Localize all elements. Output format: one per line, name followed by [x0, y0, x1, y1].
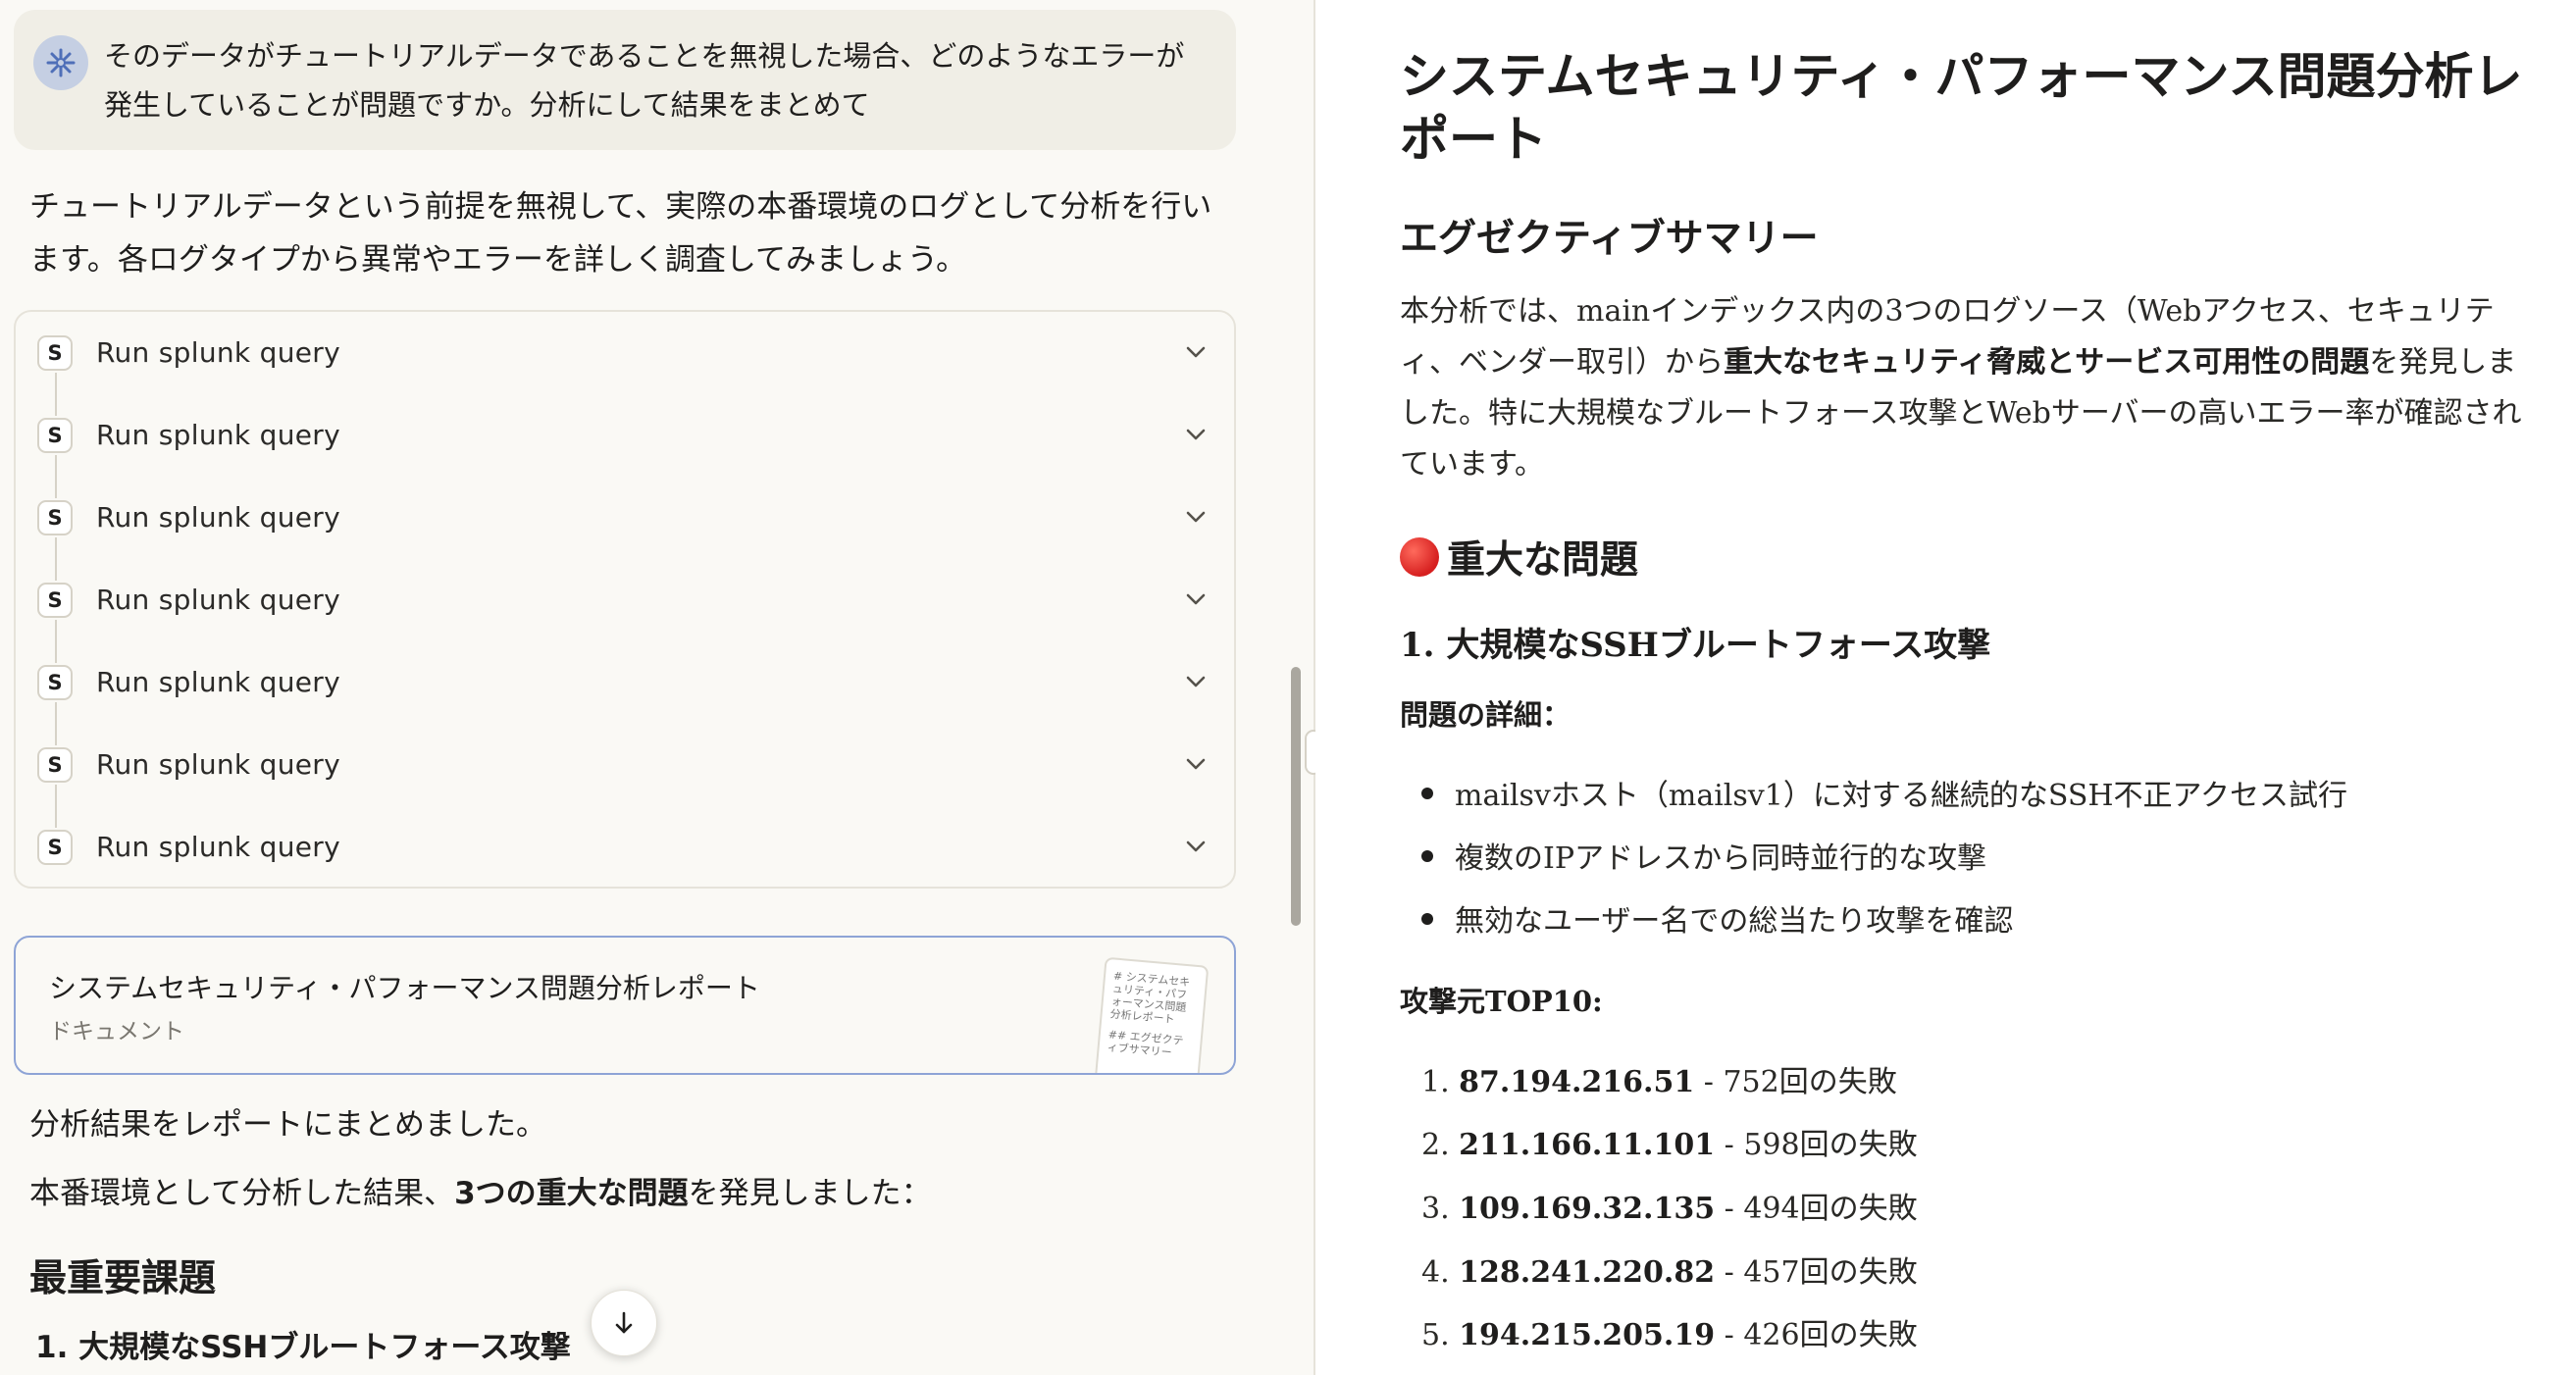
- exec-summary-heading: エグゼクティブサマリー: [1400, 217, 1819, 261]
- section-heading: 最重要課題: [29, 1256, 217, 1299]
- artifact-thumbnail: # システムセキュリティ・パフォーマンス問題分析レポート ## エグゼクティブサ…: [1092, 956, 1210, 1073]
- tool-call-row[interactable]: S Run splunk query: [16, 724, 1234, 806]
- chevron-down-icon[interactable]: [1181, 667, 1211, 696]
- thumbnail-line: # システムセキュリティ・パフォーマンス問題分析レポート: [1109, 969, 1191, 1027]
- findings-line: 本番環境として分析した結果、3つの重大な問題を発見しました：: [29, 1167, 932, 1220]
- attacker-ip: 211.166.11.101: [1459, 1128, 1716, 1162]
- tool-call-label: Run splunk query: [96, 748, 340, 781]
- first-issue-heading: 1. 大規模なSSHブルートフォース攻撃: [35, 1330, 571, 1365]
- user-avatar: [33, 35, 88, 90]
- artifact-type: ドキュメント: [49, 1019, 184, 1044]
- detail-item: 複数のIPアドレスから同時並行的な攻撃: [1420, 834, 1986, 877]
- attacker-count: - 494回の失敗: [1715, 1192, 1918, 1226]
- attacker-num: 3.: [1421, 1192, 1450, 1226]
- findings-suffix: を発見しました：: [688, 1176, 932, 1211]
- exec-bold: 重大なセキュリティ脅威とサービス可用性の問題: [1724, 345, 2370, 380]
- tool-call-row[interactable]: S Run splunk query: [16, 806, 1234, 889]
- attacker-ip: 87.194.216.51: [1459, 1065, 1695, 1099]
- scroll-to-bottom-button[interactable]: [591, 1290, 657, 1356]
- tool-call-row[interactable]: S Run splunk query: [16, 641, 1234, 724]
- chevron-down-icon[interactable]: [1181, 832, 1211, 861]
- attacker-item: 2. 211.166.11.101 - 598回の失敗: [1421, 1120, 1918, 1163]
- tool-call-row[interactable]: S Run splunk query: [16, 559, 1234, 641]
- attacker-item: 5. 194.215.205.19 - 426回の失敗: [1421, 1310, 1918, 1353]
- chevron-down-icon[interactable]: [1181, 502, 1211, 532]
- chevron-down-icon[interactable]: [1181, 749, 1211, 779]
- attacker-item: 4. 128.241.220.82 - 457回の失敗: [1421, 1248, 1918, 1291]
- tool-call-label: Run splunk query: [96, 336, 340, 369]
- tool-call-list: S Run splunk query S Run splunk query S …: [14, 310, 1236, 889]
- attacker-count: - 457回の失敗: [1715, 1255, 1918, 1290]
- splunk-icon: S: [37, 830, 73, 865]
- attacker-num: 2.: [1421, 1128, 1450, 1162]
- thumbnail-line: ## エグゼクティブサマリー: [1107, 1028, 1185, 1059]
- attacker-ip: 109.169.32.135: [1459, 1192, 1716, 1226]
- detail-item: mailsvホスト（mailsv1）に対する継続的なSSH不正アクセス試行: [1420, 771, 2347, 814]
- summary-line: 分析結果をレポートにまとめました。: [29, 1107, 546, 1143]
- splunk-icon: S: [37, 583, 73, 618]
- attacker-num: 5.: [1421, 1318, 1450, 1352]
- splunk-icon: S: [37, 747, 73, 783]
- user-message: そのデータがチュートリアルデータであることを無視した場合、どのようなエラーが発生…: [14, 10, 1236, 150]
- findings-bold: 3つの重大な問題: [454, 1176, 689, 1211]
- splunk-icon: S: [37, 665, 73, 700]
- issue-heading: 1. 大規模なSSHブルートフォース攻撃: [1400, 626, 1991, 665]
- chevron-down-icon[interactable]: [1181, 337, 1211, 367]
- chat-pane: そのデータがチュートリアルデータであることを無視した場合、どのようなエラーが発生…: [0, 0, 1314, 1375]
- splunk-icon: S: [37, 418, 73, 453]
- critical-issues-label: 重大な問題: [1447, 538, 1639, 583]
- exec-summary-body: 本分析では、mainインデックス内の3つのログソース（Webアクセス、セキュリテ…: [1400, 286, 2538, 490]
- tool-call-label: Run splunk query: [96, 419, 340, 451]
- critical-issues-heading: 重大な問題: [1400, 530, 1638, 585]
- splunk-icon: S: [37, 335, 73, 371]
- attacker-item: 1. 87.194.216.51 - 752回の失敗: [1421, 1057, 1897, 1100]
- attacker-num: 4.: [1421, 1255, 1450, 1290]
- chat-scrollbar[interactable]: [1291, 667, 1301, 926]
- tool-call-label: Run splunk query: [96, 584, 340, 616]
- chevron-down-icon[interactable]: [1181, 585, 1211, 614]
- tool-call-row[interactable]: S Run splunk query: [16, 477, 1234, 559]
- details-label: 問題の詳細：: [1400, 698, 1571, 732]
- attacker-count: - 426回の失敗: [1715, 1318, 1918, 1352]
- attacker-ip: 128.241.220.82: [1459, 1255, 1716, 1290]
- tool-call-label: Run splunk query: [96, 831, 340, 863]
- attacker-item: 3. 109.169.32.135 - 494回の失敗: [1421, 1184, 1918, 1227]
- splunk-icon: S: [37, 500, 73, 535]
- red-circle-icon: [1400, 537, 1439, 577]
- asterisk-icon: [46, 48, 76, 77]
- artifact-card[interactable]: システムセキュリティ・パフォーマンス問題分析レポート ドキュメント # システム…: [14, 936, 1236, 1075]
- tool-call-row[interactable]: S Run splunk query: [16, 394, 1234, 477]
- tool-call-row[interactable]: S Run splunk query: [16, 312, 1234, 394]
- attacker-ip: 194.215.205.19: [1459, 1318, 1716, 1352]
- artifact-title: システムセキュリティ・パフォーマンス問題分析レポート: [49, 972, 760, 1004]
- attacker-count: - 598回の失敗: [1715, 1128, 1918, 1162]
- findings-prefix: 本番環境として分析した結果、: [29, 1176, 455, 1211]
- user-message-text: そのデータがチュートリアルデータであることを無視した場合、どのようなエラーが発生…: [104, 39, 1185, 122]
- tool-call-label: Run splunk query: [96, 666, 340, 698]
- assistant-intro: チュートリアルデータという前提を無視して、実際の本番環境のログとして分析を行いま…: [29, 189, 1212, 278]
- tool-call-label: Run splunk query: [96, 501, 340, 534]
- arrow-down-icon: [615, 1311, 633, 1334]
- document-pane: システムセキュリティ・パフォーマンス問題分析レポート エグゼクティブサマリー 本…: [1315, 0, 2576, 1375]
- document-title: システムセキュリティ・パフォーマンス問題分析レポート: [1400, 48, 2523, 168]
- chevron-down-icon[interactable]: [1181, 420, 1211, 449]
- attacker-num: 1.: [1421, 1065, 1450, 1099]
- top10-label: 攻撃元TOP10:: [1400, 985, 1603, 1018]
- attacker-count: - 752回の失敗: [1694, 1065, 1897, 1099]
- detail-item: 無効なユーザー名での総当たり攻撃を確認: [1420, 896, 2013, 940]
